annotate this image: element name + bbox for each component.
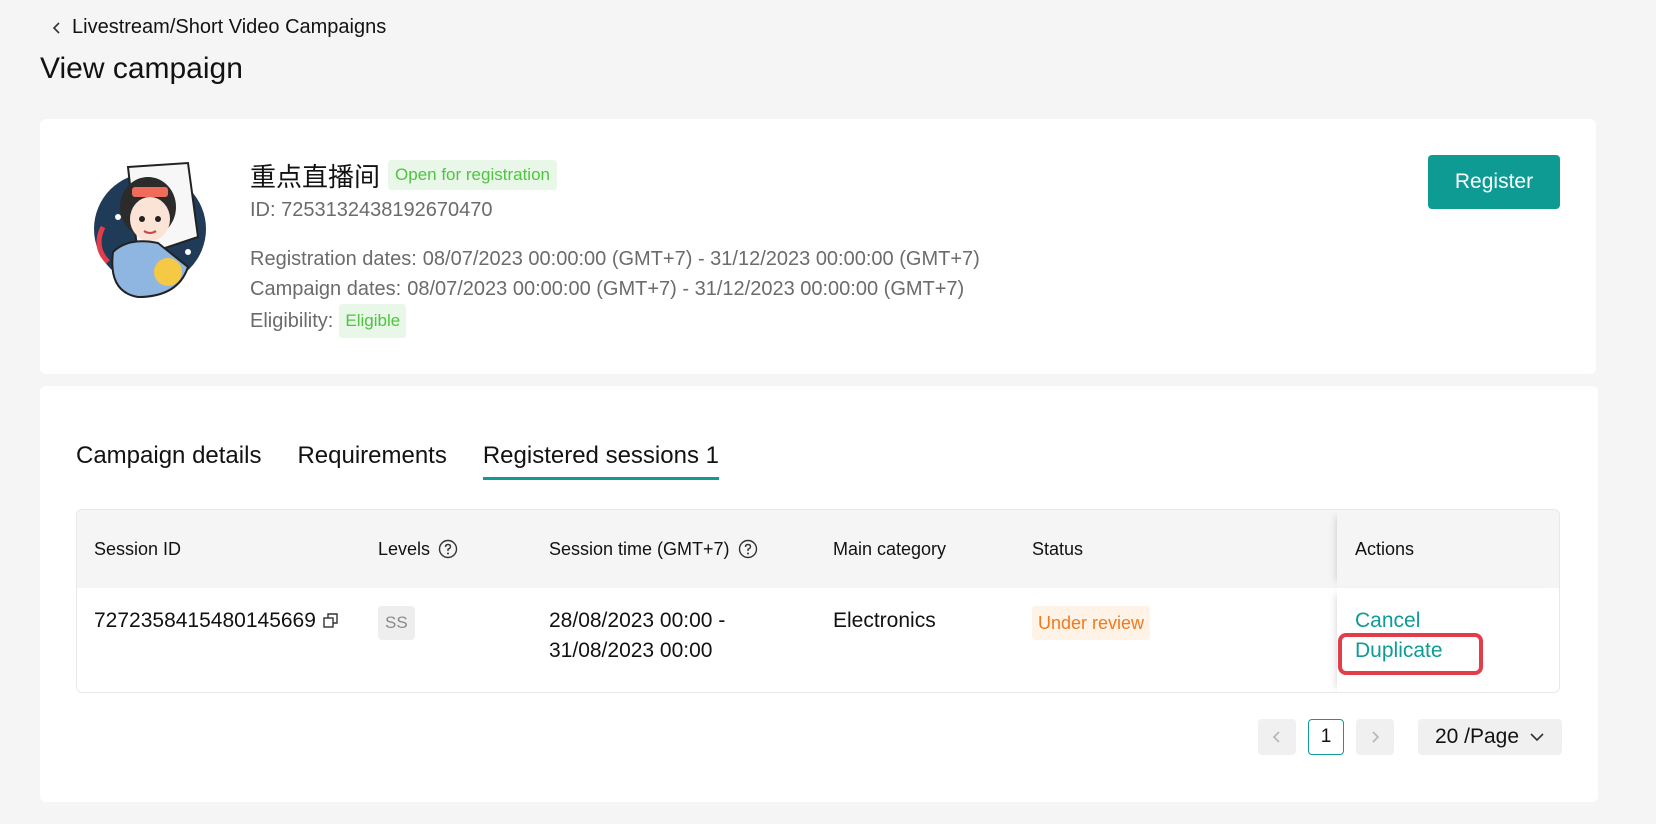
actions-column: Cancel Duplicate (1337, 588, 1559, 692)
campaign-dates-value: 08/07/2023 00:00:00 (GMT+7) - 31/12/2023… (407, 278, 965, 300)
chevron-down-icon (1530, 733, 1544, 742)
session-time-end: 31/08/2023 00:00 (549, 639, 713, 662)
copy-icon[interactable] (322, 612, 340, 630)
tab-registered-sessions[interactable]: Registered sessions 1 (482, 442, 720, 480)
page-size-select[interactable]: 20 /Page (1418, 719, 1562, 755)
register-button[interactable]: Register (1428, 155, 1560, 209)
cell-status: Under review (1032, 606, 1151, 640)
campaign-id: ID: 7253132438192670470 (250, 199, 493, 221)
duplicate-link[interactable]: Duplicate (1355, 636, 1443, 666)
campaign-info: 重点直播间 Open for registration ID: 72531324… (250, 157, 980, 338)
campaign-name: 重点直播间 (250, 162, 381, 193)
header-levels: Levels (378, 510, 458, 588)
chevron-left-icon (52, 21, 60, 34)
campaign-avatar-image (94, 161, 206, 299)
cell-main-category: Electronics (833, 609, 936, 632)
chevron-right-icon (1372, 731, 1380, 743)
page-title: View campaign (40, 52, 243, 85)
table-header: Session ID Levels Session time (GMT+7) M… (77, 510, 1559, 588)
tab-requirements[interactable]: Requirements (297, 442, 446, 480)
sessions-card: Campaign details Requirements Registered… (40, 386, 1598, 802)
registration-dates-label: Registration dates: (250, 248, 417, 270)
eligibility-badge: Eligible (339, 304, 407, 338)
cancel-link[interactable]: Cancel (1355, 606, 1443, 636)
tab-campaign-details[interactable]: Campaign details (76, 442, 261, 480)
registration-dates-value: 08/07/2023 00:00:00 (GMT+7) - 31/12/2023… (422, 248, 980, 270)
page-size-value: 20 /Page (1434, 725, 1520, 748)
header-status-label: Status (1032, 538, 1084, 559)
page: Livestream/Short Video Campaigns View ca… (0, 0, 1656, 824)
header-actions-label: Actions (1355, 538, 1415, 559)
header-status: Status (1032, 510, 1083, 588)
header-session-id-label: Session ID (94, 538, 182, 559)
level-badge: SS (378, 606, 415, 640)
header-main-category-label: Main category (833, 538, 947, 559)
next-page-button[interactable] (1356, 719, 1394, 755)
header-session-time: Session time (GMT+7) (549, 510, 758, 588)
tab-bar: Campaign details Requirements Registered… (76, 442, 720, 480)
header-actions: Actions (1355, 510, 1414, 588)
status-badge: Under review (1032, 606, 1151, 640)
session-time-start: 28/08/2023 00:00 - (549, 609, 726, 632)
breadcrumb[interactable]: Livestream/Short Video Campaigns (50, 16, 386, 39)
header-session-time-label: Session time (GMT+7) (549, 538, 730, 559)
campaign-info-card: 重点直播间 Open for registration ID: 72531324… (40, 119, 1596, 374)
cell-session-time: 28/08/2023 00:00 - 31/08/2023 00:00 (549, 606, 725, 666)
header-session-id: Session ID (94, 510, 181, 588)
cell-actions: Cancel Duplicate (1338, 606, 1483, 675)
header-actions-column: Actions (1337, 510, 1559, 588)
prev-page-button[interactable] (1258, 719, 1296, 755)
pagination: 1 20 /Page (1258, 719, 1562, 755)
help-icon[interactable] (738, 539, 758, 559)
header-main-category: Main category (833, 510, 946, 588)
header-levels-label: Levels (378, 538, 431, 559)
session-id-value: 7272358415480145669 (94, 609, 316, 632)
eligibility-label: Eligibility: (250, 310, 334, 332)
cell-levels: SS (378, 606, 415, 640)
sessions-table: Session ID Levels Session time (GMT+7) M… (76, 509, 1560, 693)
chevron-left-icon (1272, 731, 1280, 743)
campaign-dates-label: Campaign dates: (250, 278, 402, 300)
duplicate-wrapper: Duplicate (1338, 633, 1483, 675)
breadcrumb-label: Livestream/Short Video Campaigns (72, 16, 387, 38)
table-row: 7272358415480145669 SS 28/08/2023 00:00 … (77, 588, 1559, 692)
help-icon[interactable] (438, 539, 458, 559)
page-number-button[interactable]: 1 (1308, 719, 1344, 755)
status-badge: Open for registration (388, 160, 557, 190)
cell-session-id: 7272358415480145669 (94, 606, 340, 636)
